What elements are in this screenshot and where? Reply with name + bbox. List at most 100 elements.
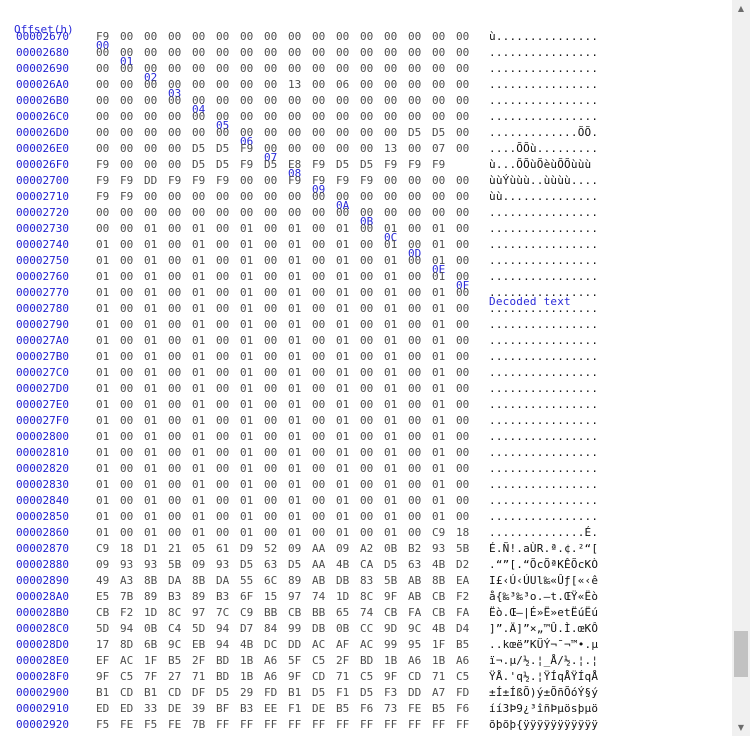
decoded-text[interactable]: ................ [489, 61, 598, 77]
hex-byte[interactable]: 00 [408, 77, 426, 93]
hex-byte[interactable]: 00 [144, 205, 162, 221]
hex-byte[interactable]: 00 [408, 205, 426, 221]
hex-byte[interactable]: 01 [192, 397, 210, 413]
hex-byte[interactable]: 49 [96, 573, 114, 589]
hex-byte[interactable]: 00 [216, 397, 234, 413]
hex-byte[interactable]: C4 [168, 621, 186, 637]
hex-byte[interactable]: A6 [264, 669, 282, 685]
hex-byte[interactable]: 00 [120, 205, 138, 221]
hex-byte[interactable]: 07 [432, 141, 450, 157]
hex-byte[interactable]: F6 [456, 701, 474, 717]
hex-byte[interactable]: 01 [432, 445, 450, 461]
hex-byte[interactable]: 00 [120, 29, 138, 45]
hex-byte[interactable]: 1B [240, 653, 258, 669]
hex-byte[interactable]: 00 [216, 45, 234, 61]
decoded-text[interactable]: ................ [489, 445, 598, 461]
hex-byte[interactable]: 93 [432, 541, 450, 557]
hex-byte[interactable]: B5 [456, 637, 474, 653]
hex-byte[interactable]: 00 [336, 189, 354, 205]
hex-byte[interactable]: 00 [384, 125, 402, 141]
hex-byte[interactable]: CB [96, 605, 114, 621]
hex-byte[interactable]: 00 [312, 477, 330, 493]
hex-byte[interactable]: F3 [384, 685, 402, 701]
hex-byte[interactable]: 00 [264, 173, 282, 189]
hex-byte[interactable]: 00 [168, 205, 186, 221]
hex-byte[interactable]: 01 [288, 253, 306, 269]
hex-byte[interactable]: 00 [168, 157, 186, 173]
hex-byte[interactable]: 00 [312, 237, 330, 253]
hex-byte[interactable]: 99 [288, 621, 306, 637]
hex-byte[interactable]: F9 [96, 189, 114, 205]
scroll-down-arrow-icon[interactable]: ▼ [732, 719, 750, 736]
hex-byte[interactable]: F9 [168, 173, 186, 189]
hex-byte[interactable]: DE [168, 701, 186, 717]
hex-byte[interactable]: CD [312, 669, 330, 685]
hex-byte[interactable]: 00 [120, 525, 138, 541]
hex-byte[interactable]: F9 [312, 157, 330, 173]
hex-byte[interactable]: 00 [216, 61, 234, 77]
hex-byte[interactable]: 00 [288, 205, 306, 221]
hex-byte[interactable]: 00 [216, 189, 234, 205]
hex-byte[interactable]: 00 [216, 493, 234, 509]
hex-byte[interactable]: AF [336, 637, 354, 653]
hex-byte[interactable]: 94 [216, 637, 234, 653]
hex-byte[interactable]: D5 [312, 685, 330, 701]
hex-byte[interactable]: 00 [408, 413, 426, 429]
hex-byte[interactable]: B1 [144, 685, 162, 701]
hex-byte[interactable]: 00 [264, 477, 282, 493]
hex-byte[interactable]: 00 [120, 45, 138, 61]
hex-byte[interactable]: 00 [408, 237, 426, 253]
decoded-text[interactable]: ŸÅ.'q½.¦ŸÍqÅŸÍqÅ [489, 669, 598, 685]
hex-byte[interactable]: 01 [96, 525, 114, 541]
hex-byte[interactable]: 00 [120, 509, 138, 525]
hex-byte[interactable]: D5 [264, 157, 282, 173]
hex-byte[interactable]: 00 [120, 61, 138, 77]
hex-byte[interactable]: 00 [456, 205, 474, 221]
hex-byte[interactable]: 74 [360, 605, 378, 621]
hex-byte[interactable]: 01 [336, 237, 354, 253]
hex-byte[interactable]: 01 [384, 493, 402, 509]
hex-byte[interactable]: CD [408, 669, 426, 685]
hex-byte[interactable]: 01 [432, 381, 450, 397]
hex-byte[interactable]: 00 [168, 253, 186, 269]
hex-byte[interactable]: 01 [336, 429, 354, 445]
hex-byte[interactable]: 01 [384, 285, 402, 301]
hex-byte[interactable]: 01 [240, 237, 258, 253]
hex-byte[interactable]: 00 [360, 125, 378, 141]
hex-byte[interactable]: F9 [120, 189, 138, 205]
hex-byte[interactable]: 00 [456, 45, 474, 61]
hex-byte[interactable]: DD [288, 637, 306, 653]
hex-byte[interactable]: 00 [264, 77, 282, 93]
hex-byte[interactable]: 01 [192, 381, 210, 397]
hex-byte[interactable]: 71 [432, 669, 450, 685]
hex-byte[interactable]: 00 [264, 349, 282, 365]
hex-byte[interactable]: 00 [456, 109, 474, 125]
hex-byte[interactable]: 00 [312, 301, 330, 317]
decoded-text[interactable]: É.Ñ!.aÙR.ª.¢.²“[ [489, 541, 598, 557]
hex-byte[interactable]: FF [384, 717, 402, 733]
hex-byte[interactable]: 01 [192, 237, 210, 253]
hex-byte[interactable]: 00 [96, 221, 114, 237]
hex-byte[interactable]: 01 [288, 301, 306, 317]
hex-byte[interactable]: 00 [336, 109, 354, 125]
hex-byte[interactable]: 8B [144, 573, 162, 589]
hex-byte[interactable]: CC [360, 621, 378, 637]
hex-byte[interactable]: 00 [432, 29, 450, 45]
hex-byte[interactable]: 00 [408, 189, 426, 205]
hex-byte[interactable]: 00 [264, 333, 282, 349]
hex-byte[interactable]: 00 [168, 397, 186, 413]
hex-byte[interactable]: 00 [408, 381, 426, 397]
hex-byte[interactable]: AC [120, 653, 138, 669]
hex-byte[interactable]: 01 [336, 477, 354, 493]
hex-byte[interactable]: 00 [456, 221, 474, 237]
hex-byte[interactable]: 00 [408, 93, 426, 109]
hex-byte[interactable]: 01 [336, 301, 354, 317]
hex-byte[interactable]: 01 [432, 237, 450, 253]
hex-byte[interactable]: 00 [360, 77, 378, 93]
hex-byte[interactable]: 00 [456, 445, 474, 461]
hex-byte[interactable]: 01 [192, 509, 210, 525]
hex-byte[interactable]: 84 [264, 621, 282, 637]
decoded-text[interactable]: ................ [489, 109, 598, 125]
scroll-up-arrow-icon[interactable]: ▲ [732, 0, 750, 17]
hex-byte[interactable]: 5B [384, 573, 402, 589]
